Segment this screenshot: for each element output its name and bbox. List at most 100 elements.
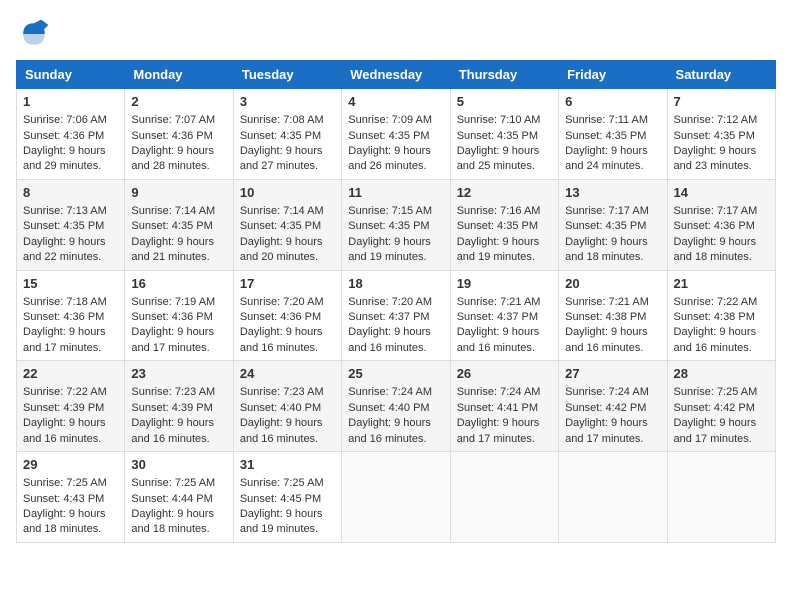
sunset: Sunset: 4:44 PM <box>131 493 212 505</box>
day-number: 13 <box>565 184 660 202</box>
calendar-cell: 14Sunrise: 7:17 AMSunset: 4:36 PMDayligh… <box>667 179 775 270</box>
sunrise: Sunrise: 7:20 AM <box>348 296 432 308</box>
logo <box>16 16 56 52</box>
calendar-header-row: SundayMondayTuesdayWednesdayThursdayFrid… <box>17 61 776 89</box>
day-number: 10 <box>240 184 335 202</box>
sunrise: Sunrise: 7:25 AM <box>23 477 107 489</box>
daylight: Daylight: 9 hours and 16 minutes. <box>674 326 757 353</box>
day-number: 5 <box>457 93 552 111</box>
sunset: Sunset: 4:35 PM <box>348 130 429 142</box>
calendar-cell: 10Sunrise: 7:14 AMSunset: 4:35 PMDayligh… <box>233 179 341 270</box>
calendar-cell: 23Sunrise: 7:23 AMSunset: 4:39 PMDayligh… <box>125 361 233 452</box>
daylight: Daylight: 9 hours and 21 minutes. <box>131 236 214 263</box>
sunset: Sunset: 4:43 PM <box>23 493 104 505</box>
sunset: Sunset: 4:37 PM <box>348 311 429 323</box>
sunrise: Sunrise: 7:14 AM <box>131 205 215 217</box>
sunrise: Sunrise: 7:11 AM <box>565 114 648 126</box>
calendar-cell: 17Sunrise: 7:20 AMSunset: 4:36 PMDayligh… <box>233 270 341 361</box>
page-header <box>16 16 776 52</box>
header-wednesday: Wednesday <box>342 61 450 89</box>
sunset: Sunset: 4:38 PM <box>674 311 755 323</box>
sunrise: Sunrise: 7:23 AM <box>240 386 324 398</box>
calendar-cell: 27Sunrise: 7:24 AMSunset: 4:42 PMDayligh… <box>559 361 667 452</box>
calendar-cell: 6Sunrise: 7:11 AMSunset: 4:35 PMDaylight… <box>559 89 667 180</box>
sunrise: Sunrise: 7:15 AM <box>348 205 432 217</box>
calendar-cell <box>450 452 558 543</box>
calendar-cell: 3Sunrise: 7:08 AMSunset: 4:35 PMDaylight… <box>233 89 341 180</box>
calendar-cell: 11Sunrise: 7:15 AMSunset: 4:35 PMDayligh… <box>342 179 450 270</box>
week-row-3: 15Sunrise: 7:18 AMSunset: 4:36 PMDayligh… <box>17 270 776 361</box>
sunrise: Sunrise: 7:25 AM <box>240 477 324 489</box>
daylight: Daylight: 9 hours and 16 minutes. <box>348 417 431 444</box>
sunset: Sunset: 4:35 PM <box>240 130 321 142</box>
calendar-cell: 29Sunrise: 7:25 AMSunset: 4:43 PMDayligh… <box>17 452 125 543</box>
day-number: 22 <box>23 365 118 383</box>
day-number: 4 <box>348 93 443 111</box>
daylight: Daylight: 9 hours and 19 minutes. <box>348 236 431 263</box>
sunset: Sunset: 4:35 PM <box>674 130 755 142</box>
sunset: Sunset: 4:39 PM <box>131 402 212 414</box>
calendar-table: SundayMondayTuesdayWednesdayThursdayFrid… <box>16 60 776 543</box>
calendar-cell <box>559 452 667 543</box>
calendar-cell: 16Sunrise: 7:19 AMSunset: 4:36 PMDayligh… <box>125 270 233 361</box>
sunrise: Sunrise: 7:07 AM <box>131 114 215 126</box>
week-row-5: 29Sunrise: 7:25 AMSunset: 4:43 PMDayligh… <box>17 452 776 543</box>
sunset: Sunset: 4:40 PM <box>348 402 429 414</box>
calendar-cell: 25Sunrise: 7:24 AMSunset: 4:40 PMDayligh… <box>342 361 450 452</box>
sunset: Sunset: 4:35 PM <box>457 130 538 142</box>
daylight: Daylight: 9 hours and 26 minutes. <box>348 145 431 172</box>
sunset: Sunset: 4:35 PM <box>565 220 646 232</box>
day-number: 1 <box>23 93 118 111</box>
calendar-body: 1 Sunrise: 7:06 AM Sunset: 4:36 PM Daylight… <box>17 89 776 543</box>
header-sunday: Sunday <box>17 61 125 89</box>
daylight: Daylight: 9 hours and 16 minutes. <box>565 326 648 353</box>
sunset: Sunset: 4:35 PM <box>240 220 321 232</box>
sunrise: Sunrise: 7:12 AM <box>674 114 758 126</box>
calendar-cell: 19Sunrise: 7:21 AMSunset: 4:37 PMDayligh… <box>450 270 558 361</box>
sunset: Sunset: 4:36 PM <box>23 130 104 142</box>
day-number: 17 <box>240 275 335 293</box>
calendar-cell: 15Sunrise: 7:18 AMSunset: 4:36 PMDayligh… <box>17 270 125 361</box>
daylight: Daylight: 9 hours and 16 minutes. <box>457 326 540 353</box>
sunrise: Sunrise: 7:21 AM <box>565 296 649 308</box>
calendar-cell: 8Sunrise: 7:13 AMSunset: 4:35 PMDaylight… <box>17 179 125 270</box>
calendar-cell: 12Sunrise: 7:16 AMSunset: 4:35 PMDayligh… <box>450 179 558 270</box>
sunrise: Sunrise: 7:06 AM <box>23 114 107 126</box>
sunset: Sunset: 4:36 PM <box>674 220 755 232</box>
calendar-cell: 1Sunrise: 7:06 AMSunset: 4:36 PMDaylight… <box>17 89 125 180</box>
sunset: Sunset: 4:45 PM <box>240 493 321 505</box>
sunset: Sunset: 4:37 PM <box>457 311 538 323</box>
daylight: Daylight: 9 hours and 16 minutes. <box>23 417 106 444</box>
day-number: 15 <box>23 275 118 293</box>
week-row-2: 8Sunrise: 7:13 AMSunset: 4:35 PMDaylight… <box>17 179 776 270</box>
daylight: Daylight: 9 hours and 24 minutes. <box>565 145 648 172</box>
sunrise: Sunrise: 7:16 AM <box>457 205 541 217</box>
daylight: Daylight: 9 hours and 19 minutes. <box>240 508 323 535</box>
sunset: Sunset: 4:39 PM <box>23 402 104 414</box>
daylight: Daylight: 9 hours and 16 minutes. <box>131 417 214 444</box>
calendar-cell: 22Sunrise: 7:22 AMSunset: 4:39 PMDayligh… <box>17 361 125 452</box>
calendar-cell: 9Sunrise: 7:14 AMSunset: 4:35 PMDaylight… <box>125 179 233 270</box>
week-row-4: 22Sunrise: 7:22 AMSunset: 4:39 PMDayligh… <box>17 361 776 452</box>
sunrise: Sunrise: 7:24 AM <box>565 386 649 398</box>
sunset: Sunset: 4:40 PM <box>240 402 321 414</box>
calendar-cell: 20Sunrise: 7:21 AMSunset: 4:38 PMDayligh… <box>559 270 667 361</box>
daylight: Daylight: 9 hours and 18 minutes. <box>131 508 214 535</box>
calendar-cell: 5Sunrise: 7:10 AMSunset: 4:35 PMDaylight… <box>450 89 558 180</box>
day-number: 2 <box>131 93 226 111</box>
sunset: Sunset: 4:35 PM <box>565 130 646 142</box>
sunrise: Sunrise: 7:17 AM <box>674 205 758 217</box>
day-number: 14 <box>674 184 769 202</box>
sunset: Sunset: 4:42 PM <box>565 402 646 414</box>
sunrise: Sunrise: 7:25 AM <box>674 386 758 398</box>
calendar-cell: 31Sunrise: 7:25 AMSunset: 4:45 PMDayligh… <box>233 452 341 543</box>
day-number: 27 <box>565 365 660 383</box>
day-number: 7 <box>674 93 769 111</box>
day-number: 18 <box>348 275 443 293</box>
day-number: 21 <box>674 275 769 293</box>
daylight: Daylight: 9 hours and 22 minutes. <box>23 236 106 263</box>
sunset: Sunset: 4:35 PM <box>131 220 212 232</box>
calendar-cell: 21Sunrise: 7:22 AMSunset: 4:38 PMDayligh… <box>667 270 775 361</box>
header-monday: Monday <box>125 61 233 89</box>
sunrise: Sunrise: 7:20 AM <box>240 296 324 308</box>
